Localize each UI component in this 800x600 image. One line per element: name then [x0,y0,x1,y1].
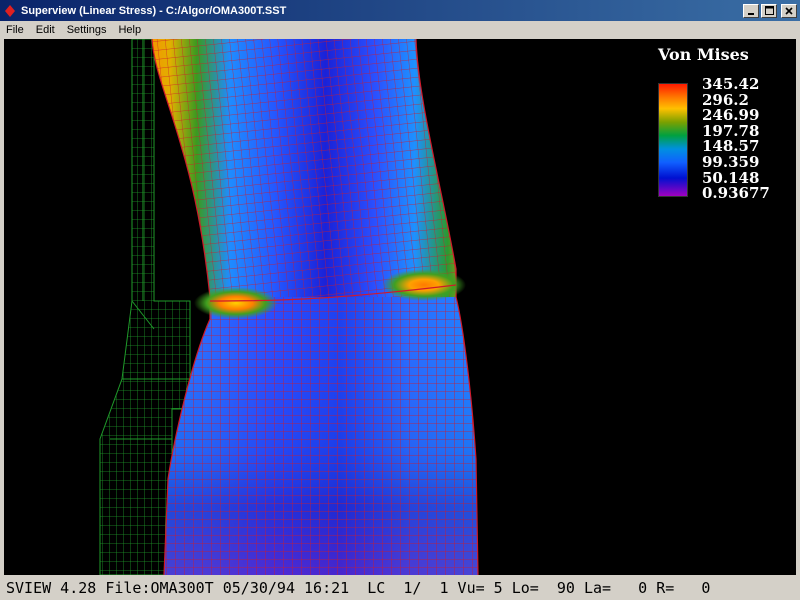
maximize-icon [764,6,774,15]
menu-bar: File Edit Settings Help [0,21,800,39]
close-button[interactable] [781,3,797,18]
close-icon [785,6,793,15]
legend-values: 345.42 296.2 246.99 197.78 148.57 99.359… [702,76,770,203]
menu-settings[interactable]: Settings [61,24,113,36]
legend-title: Von Mises [658,45,749,64]
window-title: Superview (Linear Stress) - C:/Algor/OMA… [21,4,287,17]
minimize-button[interactable] [743,3,759,18]
legend-value: 0.93677 [702,184,770,203]
menu-file[interactable]: File [0,24,30,36]
title-bar[interactable]: Superview (Linear Stress) - C:/Algor/OMA… [0,0,800,21]
model-viewport[interactable]: Von Mises 345.42 296.2 246.99 197.78 148… [4,39,796,575]
window-controls [743,3,797,18]
status-text: SVIEW 4.28 File:OMA300T 05/30/94 16:21 L… [6,578,711,597]
app-window: Superview (Linear Stress) - C:/Algor/OMA… [0,0,800,600]
algor-red-diamond-icon[interactable] [3,4,17,18]
status-bar: SVIEW 4.28 File:OMA300T 05/30/94 16:21 L… [0,575,800,600]
upper-tube-contour [152,39,456,297]
minimize-icon [748,12,754,15]
legend-color-bar [658,83,688,197]
menu-edit[interactable]: Edit [30,24,61,36]
menu-help[interactable]: Help [112,24,147,36]
maximize-button[interactable] [761,3,777,18]
